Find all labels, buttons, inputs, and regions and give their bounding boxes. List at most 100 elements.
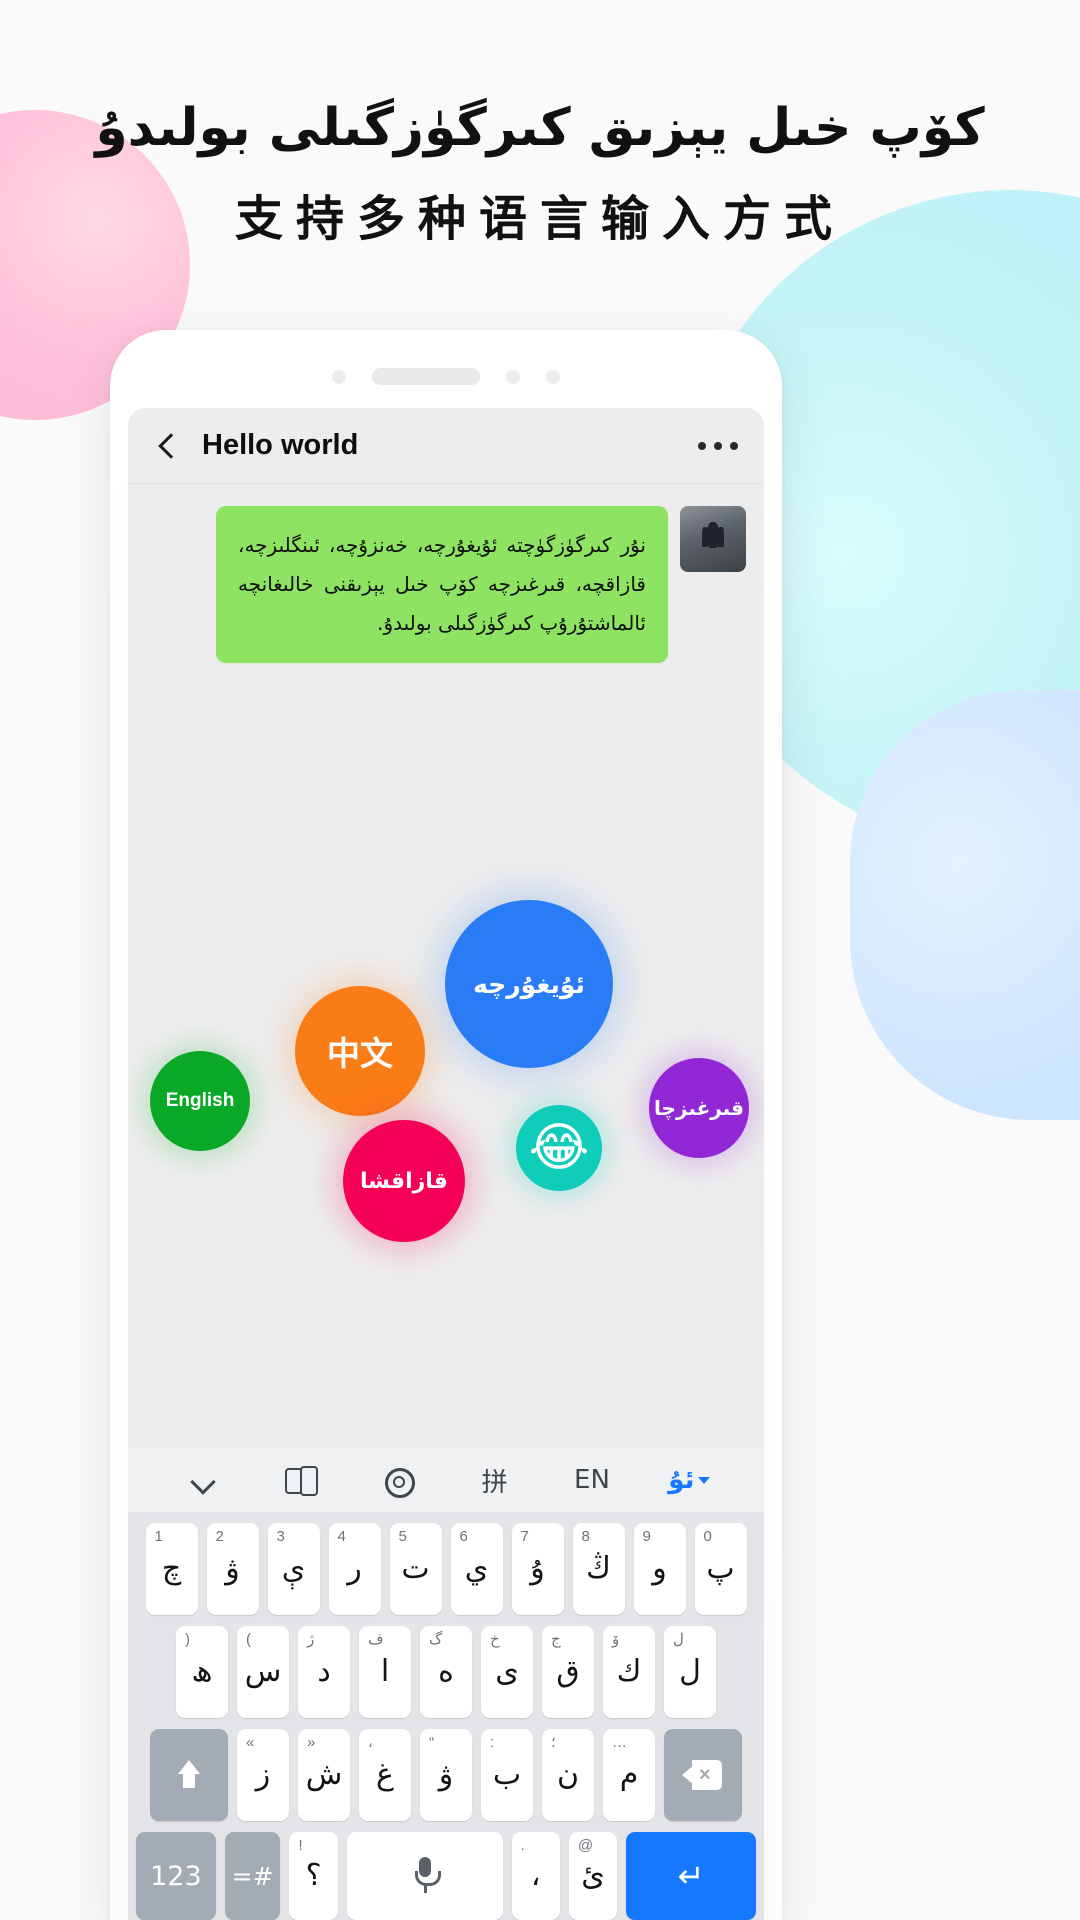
hamza-key[interactable]: @ ئ xyxy=(568,1832,618,1920)
key[interactable]: ، غ xyxy=(359,1729,411,1821)
key[interactable]: 7ۇ xyxy=(511,1523,564,1615)
key[interactable]: «ز xyxy=(237,1729,289,1821)
key[interactable]: “ۋ xyxy=(420,1729,472,1821)
key[interactable]: 0پ xyxy=(694,1523,747,1615)
phone-mockup: Hello world نۇر كىرگۈزگۈچتە ئۇيغۇرچە، خە… xyxy=(110,330,782,1920)
phone-screen: Hello world نۇر كىرگۈزگۈچتە ئۇيغۇرچە، خە… xyxy=(128,408,764,1920)
language-bubble-english[interactable]: English xyxy=(150,1051,250,1151)
key[interactable]: لل xyxy=(664,1626,716,1718)
keyboard-settings-button[interactable] xyxy=(349,1448,446,1512)
comma-key[interactable]: . ، xyxy=(511,1832,560,1920)
chevron-down-icon xyxy=(190,1467,216,1493)
virtual-keyboard: 拼 EN ئۇ 1چ 2ۋ 3ې 4ر 5ت 6ي 7ۇ 8ڭ 9 و 0 پ … xyxy=(128,1448,764,1920)
key[interactable]: ۆك xyxy=(603,1626,655,1718)
key-label: ۋ xyxy=(225,1551,240,1586)
key-superscript: ژ xyxy=(307,1631,315,1648)
language-bubble-label: 中文 xyxy=(327,1034,393,1073)
key[interactable]: » ش xyxy=(298,1729,350,1821)
key[interactable]: 3ې xyxy=(267,1523,320,1615)
key-superscript: 6 xyxy=(459,1528,468,1545)
phone-notch xyxy=(110,368,782,385)
key[interactable]: 6ي xyxy=(450,1523,503,1615)
input-mode-uyghur[interactable]: ئۇ xyxy=(641,1448,738,1512)
key-label: ت xyxy=(401,1551,430,1586)
key-superscript: خ xyxy=(490,1631,500,1648)
key[interactable]: 2ۋ xyxy=(206,1523,259,1615)
key-label: ى xyxy=(495,1654,519,1689)
key-label: ا xyxy=(380,1654,390,1689)
enter-key[interactable]: ↵ xyxy=(626,1832,756,1920)
language-bubble-uyghur[interactable]: ئۇيغۇرچە xyxy=(445,900,613,1068)
back-chevron-icon[interactable] xyxy=(154,433,180,459)
language-bubble-kazakh[interactable]: قازاقشا xyxy=(343,1120,465,1242)
keyboard-row-3: «ز » ش ، غ “ۋ :ب ؛ ن … م × xyxy=(128,1729,764,1821)
avatar[interactable] xyxy=(680,506,746,572)
key-superscript: ! xyxy=(298,1837,303,1854)
key[interactable]: گە xyxy=(420,1626,472,1718)
key[interactable]: 8ڭ xyxy=(572,1523,625,1615)
key-superscript: 8 xyxy=(581,1528,590,1545)
key-label: و xyxy=(652,1551,667,1586)
symbol-key[interactable]: =# xyxy=(224,1832,281,1920)
key-superscript: “ xyxy=(429,1734,434,1751)
key-label: ؟ xyxy=(305,1858,322,1893)
key-label: ي xyxy=(464,1551,489,1586)
key[interactable]: ؛ ن xyxy=(542,1729,594,1821)
key[interactable]: فا xyxy=(359,1626,411,1718)
key[interactable]: ) ھ xyxy=(176,1626,228,1718)
key-label: پ xyxy=(706,1551,735,1586)
key-label: ۇ xyxy=(530,1551,545,1586)
chevron-down-icon xyxy=(698,1476,711,1484)
input-mode-pinyin[interactable]: 拼 xyxy=(446,1448,543,1512)
key-superscript: ؛ xyxy=(551,1734,556,1751)
key[interactable]: … م xyxy=(603,1729,655,1821)
key[interactable]: جق xyxy=(542,1626,594,1718)
key-label: م xyxy=(619,1757,639,1792)
question-key[interactable]: ! ؟ xyxy=(289,1832,338,1920)
language-bubble-emoji[interactable]: 😂 xyxy=(516,1105,602,1191)
space-key[interactable] xyxy=(346,1832,503,1920)
shift-icon xyxy=(172,1758,206,1792)
message-bubble[interactable]: نۇر كىرگۈزگۈچتە ئۇيغۇرچە، خەنزۇچە، ئىنگل… xyxy=(216,506,668,663)
key[interactable]: ژد xyxy=(298,1626,350,1718)
key-superscript: » xyxy=(307,1734,316,1751)
key-superscript: گ xyxy=(429,1631,443,1648)
key-superscript: : xyxy=(490,1734,495,1751)
layout-switch-icon xyxy=(284,1466,318,1496)
enter-icon: ↵ xyxy=(677,1857,705,1895)
key-superscript: ) xyxy=(185,1631,190,1648)
key[interactable]: :ب xyxy=(481,1729,533,1821)
message-row: نۇر كىرگۈزگۈچتە ئۇيغۇرچە، خەنزۇچە، ئىنگل… xyxy=(146,506,746,663)
key-superscript: . xyxy=(520,1837,525,1854)
key-label: ن xyxy=(556,1757,580,1792)
key-label: ر xyxy=(347,1551,362,1586)
gear-icon xyxy=(383,1466,416,1498)
keyboard-row-4: 123 =# ! ؟ . ، @ ئ ↵ xyxy=(128,1832,764,1920)
key-label: ، xyxy=(530,1858,541,1893)
key[interactable]: (س xyxy=(237,1626,289,1718)
microphone-icon xyxy=(414,1857,441,1895)
sensor-dot-icon xyxy=(506,369,520,384)
key[interactable]: 4ر xyxy=(328,1523,381,1615)
shift-key[interactable] xyxy=(150,1729,228,1821)
more-dot xyxy=(698,441,706,450)
key[interactable]: 5ت xyxy=(389,1523,442,1615)
key-label: ز xyxy=(255,1757,271,1792)
key-label: ل xyxy=(679,1654,701,1689)
language-bubble-label: ئۇيغۇرچە xyxy=(473,969,585,999)
numeric-key[interactable]: 123 xyxy=(136,1832,216,1920)
collapse-keyboard-button[interactable] xyxy=(154,1448,251,1512)
sensor-dot-icon xyxy=(332,369,346,384)
key[interactable]: 9و xyxy=(633,1523,686,1615)
more-options-icon[interactable] xyxy=(698,441,738,450)
key[interactable]: 1چ xyxy=(145,1523,198,1615)
input-mode-english[interactable]: EN xyxy=(543,1448,640,1512)
key[interactable]: خى xyxy=(481,1626,533,1718)
layout-switch-button[interactable] xyxy=(251,1448,348,1512)
headline-chinese: 支持多种语言输入方式 xyxy=(234,191,845,247)
key-label: ب xyxy=(492,1757,522,1792)
english-label: EN xyxy=(574,1465,610,1495)
language-bubble-chinese[interactable]: 中文 xyxy=(295,986,425,1116)
language-bubble-kyrgyz[interactable]: قىرغىزچا xyxy=(649,1058,749,1158)
backspace-key[interactable]: × xyxy=(664,1729,742,1821)
